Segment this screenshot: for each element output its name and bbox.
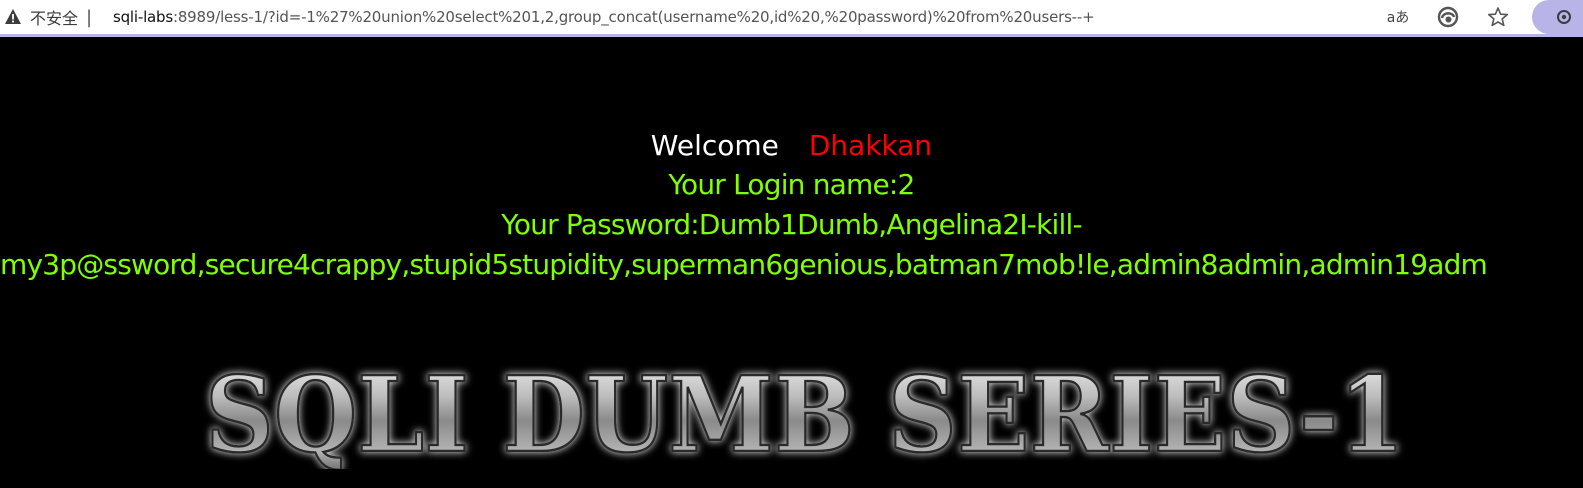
url-host: sqli-labs bbox=[113, 8, 173, 26]
welcome-text: Welcome bbox=[650, 129, 779, 162]
welcome-name: Dhakkan bbox=[808, 129, 933, 162]
browser-address-bar: 不安全 | sqli-labs:8989/less-1/?id=-1%27%20… bbox=[0, 0, 1583, 37]
separator: | bbox=[86, 6, 93, 28]
warning-icon bbox=[5, 9, 21, 24]
url-path: :8989/less-1/?id=-1%27%20union%20select%… bbox=[172, 8, 1095, 26]
read-aloud-label: aあ bbox=[1386, 10, 1410, 26]
star-outline-icon bbox=[1487, 7, 1509, 27]
favorite-star-icon[interactable] bbox=[1486, 5, 1510, 29]
password-result-line-2: my3p@ssword,secure4crappy,stupid5stupidi… bbox=[0, 248, 1488, 281]
logo-text: SQLI DUMB SERIES-1 bbox=[205, 359, 1405, 469]
password-result-line-1: Your Password:Dumb1Dumb,Angelina2I-kill- bbox=[501, 208, 1082, 241]
not-secure-label: 不安全 bbox=[30, 9, 79, 28]
url-field[interactable]: sqli-labs:8989/less-1/?id=-1%27%20union%… bbox=[113, 6, 1095, 28]
sqli-dumb-series-logo: SQLI DUMB SERIES-1 bbox=[204, 359, 1407, 469]
edge-logo-icon bbox=[1437, 6, 1459, 28]
read-aloud-icon[interactable]: aあ bbox=[1386, 5, 1410, 29]
welcome-line: Welcome Dhakkan bbox=[0, 129, 1583, 163]
page-content: Welcome Dhakkan Your Login name:2 Your Pa… bbox=[0, 37, 1583, 488]
settings-gear-icon[interactable] bbox=[1552, 5, 1576, 29]
site-security-indicator[interactable]: 不安全 | bbox=[4, 6, 104, 28]
gear-icon bbox=[1557, 10, 1571, 24]
login-name-result: Your Login name:2 bbox=[668, 168, 915, 201]
edge-collections-icon[interactable] bbox=[1436, 5, 1460, 29]
